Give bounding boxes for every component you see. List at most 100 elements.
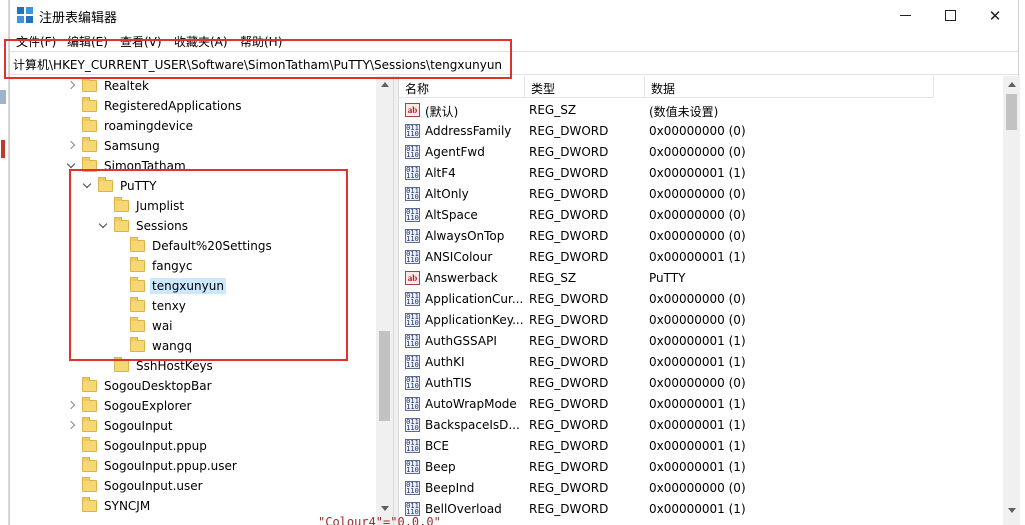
folder-icon [82, 417, 97, 432]
value-data: 0x00000000 (0) [649, 208, 746, 222]
binary-value-icon: 011 110 [405, 166, 420, 180]
value-row[interactable]: 011 110 ApplicationKey... REG_DWORD 0x000000… [399, 310, 999, 331]
value-data: 0x00000001 (1) [649, 250, 746, 264]
chevron-right-icon[interactable] [66, 401, 76, 411]
tree-item[interactable]: Realtek [66, 76, 151, 96]
value-row[interactable]: 011 110 AuthGSSAPI REG_DWORD 0x00000001 (1) [399, 331, 999, 352]
value-type: REG_DWORD [529, 229, 609, 243]
value-row[interactable]: 011 110 BCE REG_DWORD 0x00000001 (1) [399, 436, 999, 457]
value-row[interactable]: 011 110 AltSpace REG_DWORD 0x00000000 (0) [399, 205, 999, 226]
value-data: 0x00000000 (0) [649, 124, 746, 138]
tree-item-label: SogouDesktopBar [104, 379, 212, 393]
tree-item[interactable]: SogouInput.ppup.user [66, 456, 239, 476]
tree-item[interactable]: roamingdevice [66, 116, 195, 136]
chevron-right-icon[interactable] [66, 421, 76, 431]
value-name: ApplicationCur... [425, 292, 524, 306]
value-type: REG_DWORD [529, 334, 609, 348]
column-header-type[interactable]: 类型 [525, 76, 645, 98]
value-type: REG_DWORD [529, 397, 609, 411]
value-row[interactable]: 011 110 BackspaceIsD... REG_DWORD 0x00000001… [399, 415, 999, 436]
value-row[interactable]: 011 110 Beep REG_DWORD 0x00000001 (1) [399, 457, 999, 478]
value-name: AlwaysOnTop [425, 229, 505, 243]
value-row[interactable]: 011 110 BellOverload REG_DWORD 0x00000001 (1… [399, 499, 999, 520]
value-type: REG_DWORD [529, 250, 609, 264]
regedit-window: 注册表编辑器 ✕ 文件(F) 编辑(E) 查看(V) 收藏夹(A) 帮助(H) … [4, 0, 1020, 525]
value-row[interactable]: 011 110 AgentFwd REG_DWORD 0x00000000 (0) [399, 142, 999, 163]
tree-item-label: SogouExplorer [104, 399, 192, 413]
value-row[interactable]: 011 110 AddressFamily REG_DWORD 0x00000000 (… [399, 121, 999, 142]
tree-item[interactable]: Samsung [66, 136, 162, 156]
value-row[interactable]: ab (默认) REG_SZ (数值未设置) [399, 100, 999, 121]
binary-value-icon: 011 110 [405, 397, 420, 411]
value-data: 0x00000001 (1) [649, 166, 746, 180]
value-row[interactable]: 011 110 AltOnly REG_DWORD 0x00000000 (0) [399, 184, 999, 205]
value-name: AuthTIS [425, 376, 472, 390]
value-row[interactable]: ab Answerback REG_SZ PuTTY [399, 268, 999, 289]
value-row[interactable]: 011 110 AlwaysOnTop REG_DWORD 0x00000000 (0) [399, 226, 999, 247]
tree-item[interactable]: SogouInput [66, 416, 175, 436]
binary-value-icon: 011 110 [405, 460, 420, 474]
binary-value-icon: 011 110 [405, 418, 420, 432]
value-type: REG_DWORD [529, 502, 609, 516]
value-name: Beep [425, 460, 456, 474]
maximize-button[interactable] [927, 0, 973, 31]
title-bar[interactable]: 注册表编辑器 ✕ [10, 0, 1018, 31]
value-type: REG_SZ [529, 103, 577, 117]
scroll-up-icon[interactable] [381, 82, 389, 87]
value-name: Answerback [425, 271, 498, 285]
scrollbar-thumb[interactable] [1006, 94, 1017, 130]
chevron-right-icon[interactable] [66, 81, 76, 91]
value-data: (数值未设置) [649, 105, 719, 119]
tree-item[interactable]: SogouInput.ppup [66, 436, 209, 456]
tree-item-label: SogouInput.ppup.user [104, 459, 237, 473]
minimize-button[interactable] [882, 0, 928, 31]
value-name: AgentFwd [425, 145, 485, 159]
tree-item-label: roamingdevice [104, 119, 194, 133]
tree-item[interactable]: SYNCJM [66, 496, 152, 516]
scroll-down-icon[interactable] [381, 506, 389, 511]
scroll-down-icon[interactable] [1008, 508, 1016, 513]
value-row[interactable]: 011 110 AltF4 REG_DWORD 0x00000001 (1) [399, 163, 999, 184]
value-row[interactable]: 011 110 AutoWrapMode REG_DWORD 0x00000001 (1… [399, 394, 999, 415]
value-type: REG_DWORD [529, 439, 609, 453]
value-row[interactable]: 011 110 ApplicationCur... REG_DWORD 0x000000… [399, 289, 999, 310]
value-type: REG_DWORD [529, 124, 609, 138]
tree-scrollbar[interactable] [376, 76, 393, 525]
close-button[interactable]: ✕ [972, 0, 1018, 31]
tree-item[interactable]: SogouExplorer [66, 396, 194, 416]
tree-item[interactable]: SogouInput.user [66, 476, 205, 496]
value-data: 0x00000001 (1) [649, 439, 746, 453]
values-scrollbar[interactable] [1003, 76, 1020, 525]
folder-icon [82, 137, 97, 152]
tree-item[interactable]: RegisteredApplications [66, 96, 243, 116]
value-type: REG_DWORD [529, 208, 609, 222]
folder-icon [82, 437, 97, 452]
value-row[interactable]: 011 110 AuthTIS REG_DWORD 0x00000000 (0) [399, 373, 999, 394]
value-type: REG_DWORD [529, 481, 609, 495]
value-name: BeepInd [425, 481, 475, 495]
chevron-right-icon[interactable] [66, 141, 76, 151]
value-data: 0x00000001 (1) [649, 397, 746, 411]
binary-value-icon: 011 110 [405, 250, 420, 264]
value-name: AltF4 [425, 166, 456, 180]
folder-icon [82, 117, 97, 132]
value-name: BellOverload [425, 502, 502, 516]
minimize-icon [899, 15, 911, 16]
value-row[interactable]: 011 110 BeepInd REG_DWORD 0x00000000 (0) [399, 478, 999, 499]
string-value-icon: ab [405, 271, 420, 285]
column-header-name[interactable]: 名称 [399, 76, 525, 98]
value-row[interactable]: 011 110 AuthKI REG_DWORD 0x00000001 (1) [399, 352, 999, 373]
tree-item[interactable]: SogouDesktopBar [66, 376, 214, 396]
value-name: (默认) [425, 105, 459, 119]
value-type: REG_DWORD [529, 313, 609, 327]
value-data: 0x00000000 (0) [649, 376, 746, 390]
column-header-data[interactable]: 数据 [645, 76, 934, 98]
folder-icon [82, 457, 97, 472]
value-name: AuthGSSAPI [425, 334, 497, 348]
scroll-up-icon[interactable] [1008, 82, 1016, 87]
scrollbar-thumb[interactable] [379, 331, 390, 421]
value-data: 0x00000000 (0) [649, 313, 746, 327]
annotation-box-sessions [69, 169, 348, 361]
value-name: AltSpace [425, 208, 478, 222]
value-row[interactable]: 011 110 ANSIColour REG_DWORD 0x00000001 (1) [399, 247, 999, 268]
